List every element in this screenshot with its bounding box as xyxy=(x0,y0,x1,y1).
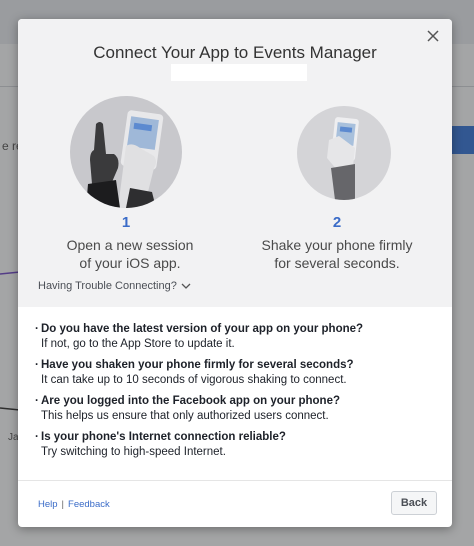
faq-question: Is your phone's Internet connection reli… xyxy=(41,431,286,443)
back-button[interactable]: Back xyxy=(391,491,437,515)
feedback-link[interactable]: Feedback xyxy=(68,499,110,510)
faq-answer: This helps us ensure that only authorize… xyxy=(41,410,329,422)
faq-item: · Do you have the latest version of your … xyxy=(35,322,435,352)
step-1-line2: of your iOS app. xyxy=(79,255,181,271)
shake-phone-illustration xyxy=(297,106,391,200)
step-2-text: Shake your phone firmly for several seco… xyxy=(242,236,432,272)
faq-item: · Have you shaken your phone firmly for s… xyxy=(35,358,435,388)
help-link[interactable]: Help xyxy=(38,499,58,510)
faq-question: Have you shaken your phone firmly for se… xyxy=(41,359,354,371)
footer-separator: | xyxy=(61,499,65,510)
connect-app-dialog: Connect Your App to Events Manager 1 Ope… xyxy=(18,19,452,527)
trouble-connecting-label: Having Trouble Connecting? xyxy=(38,280,177,292)
step-1-text: Open a new session of your iOS app. xyxy=(50,236,210,272)
faq-question: Do you have the latest version of your a… xyxy=(41,323,364,335)
troubleshooting-list: · Do you have the latest version of your … xyxy=(35,322,435,466)
step-2-line1: Shake your phone firmly xyxy=(261,237,413,253)
chevron-down-icon xyxy=(181,283,191,289)
step-2-line2: for several seconds. xyxy=(274,255,400,271)
faq-answer: It can take up to 10 seconds of vigorous… xyxy=(41,374,347,386)
faq-item: · Are you logged into the Facebook app on… xyxy=(35,394,435,424)
redacted-bar xyxy=(171,64,307,81)
close-icon xyxy=(427,30,439,42)
trouble-connecting-toggle[interactable]: Having Trouble Connecting? xyxy=(38,280,191,292)
faq-question: Are you logged into the Facebook app on … xyxy=(41,395,341,407)
footer-divider xyxy=(18,480,452,481)
footer-links: Help | Feedback xyxy=(38,499,110,510)
step-2-number: 2 xyxy=(332,214,342,231)
faq-item: · Is your phone's Internet connection rel… xyxy=(35,430,435,460)
faq-answer: Try switching to high-speed Internet. xyxy=(41,446,226,458)
step-1-line1: Open a new session xyxy=(66,237,194,253)
open-session-illustration xyxy=(70,96,182,208)
faq-answer: If not, go to the App Store to update it… xyxy=(41,338,235,350)
step-1-number: 1 xyxy=(121,214,131,231)
dialog-title: Connect Your App to Events Manager xyxy=(93,43,377,62)
